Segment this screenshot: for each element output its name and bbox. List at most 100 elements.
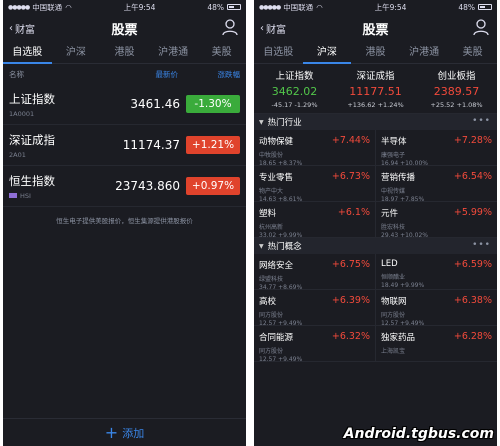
more-icon[interactable]: ••• — [472, 116, 491, 126]
stock-name: 深证成指 — [9, 132, 55, 147]
tab-watchlist[interactable]: 自选股 — [254, 42, 303, 64]
concept-change: +6.75% — [331, 259, 370, 270]
stock-code: HSI — [9, 192, 115, 200]
sector-cell[interactable]: 元件 +5.99% 胜宏科技 29.43 +10.02% — [375, 202, 497, 239]
sector-cell[interactable]: 动物保健 +7.44% 中牧股份 18.65 +8.37% — [254, 130, 375, 167]
concept-cell[interactable]: 高校 +6.39% 同方股份 12.57 +9.49% — [254, 290, 375, 327]
index-name: 创业板指 — [437, 71, 476, 82]
page-title: 股票 — [111, 22, 138, 38]
stock-code-text: HSI — [20, 191, 31, 200]
concept-cell[interactable]: 合同能源 +6.32% 同方股份 12.57 +9.49% — [254, 326, 375, 363]
nav-bar: ‹ 财富 股票 — [254, 14, 497, 42]
sector-change: +5.99% — [453, 207, 492, 218]
concept-cell[interactable]: LED +6.59% 恒顺醋业 18.49 +9.99% — [375, 254, 497, 289]
grid-row: 网络安全 +6.75% 绿盟科技 34.77 +8.69% LED +6.59%… — [254, 254, 497, 291]
section-header-concepts[interactable]: ▼ 热门概念 ••• — [254, 238, 497, 254]
index-change: -45.17 -1.29% — [271, 101, 318, 109]
stock-name: 上证指数 — [9, 91, 55, 106]
concept-cell[interactable]: 网络安全 +6.75% 绿盟科技 34.77 +8.69% — [254, 254, 375, 291]
tab-shanghai-shenzhen[interactable]: 沪深 — [52, 42, 101, 64]
table-row[interactable]: 恒生指数 HSI 23743.860 +0.97% — [3, 166, 246, 207]
tab-watchlist[interactable]: 自选股 — [3, 42, 52, 64]
leading-stock: 上海凯宝 — [381, 348, 406, 355]
stock-code: 2A01 — [9, 150, 26, 159]
change-badge[interactable]: +0.97% — [186, 177, 240, 195]
hk-flag-icon — [9, 193, 17, 198]
leading-stock: 康强电子 — [381, 152, 406, 159]
more-icon[interactable]: ••• — [472, 240, 491, 250]
data-provider-note: 恒生电子提供美股报价，恒生集源提供港股报价 — [56, 217, 193, 225]
stock-price: 11174.37 — [122, 138, 180, 152]
nav-bar: ‹ 财富 股票 — [3, 14, 246, 42]
grid-row: 动物保健 +7.44% 中牧股份 18.65 +8.37% 半导体 +7.28%… — [254, 130, 497, 167]
concept-change: +6.38% — [453, 295, 492, 306]
plus-icon: + — [104, 422, 119, 442]
battery-icon — [478, 4, 492, 10]
index-summary: 上证指数 3462.02 -45.17 -1.29% 深证成指 11177.51… — [254, 64, 497, 114]
stock-name: 恒生指数 — [9, 173, 55, 188]
tab-stock-connect[interactable]: 沪港通 — [149, 42, 198, 64]
grid-row: 高校 +6.39% 同方股份 12.57 +9.49% 物联网 +6.38% 同… — [254, 290, 497, 327]
tab-us-stocks[interactable]: 美股 — [448, 42, 497, 64]
sector-cell[interactable]: 塑料 +6.1% 杭州高新 33.02 +9.99% — [254, 202, 375, 239]
wifi-icon: ◠ — [65, 2, 72, 12]
watchlist-screen: ●●●●● 中国联通 ◠ 上午9:54 48% ‹ 财富 股票 自选股 沪深 港… — [3, 0, 246, 446]
leading-stock: 恒顺醋业 — [381, 274, 406, 281]
concept-change: +6.59% — [453, 259, 492, 270]
user-icon[interactable] — [222, 19, 238, 36]
leading-stock: 胜宏科技 — [381, 224, 406, 231]
market-screen: ●●●●● 中国联通 ◠ 上午9:54 48% ‹ 财富 股票 自选股 沪深 港… — [254, 0, 497, 446]
market-tabs: 自选股 沪深 港股 沪港通 美股 — [3, 42, 246, 64]
signal-icon: ●●●●● — [259, 3, 281, 11]
sector-change: +6.1% — [337, 207, 370, 218]
tab-hk-stocks[interactable]: 港股 — [100, 42, 149, 64]
change-badge[interactable]: -1.30% — [186, 95, 240, 113]
add-stock-button[interactable]: + 添加 — [3, 418, 246, 446]
battery-percent: 48% — [207, 2, 224, 12]
concept-change: +6.28% — [453, 331, 492, 342]
watermark: Android.tgbus.com — [343, 426, 494, 442]
section-header-industries[interactable]: ▼ 热门行业 ••• — [254, 114, 497, 130]
tab-us-stocks[interactable]: 美股 — [197, 42, 246, 64]
leading-stock: 同方股份 — [259, 312, 284, 319]
concept-cell[interactable]: 独家药品 +6.28% 上海凯宝 — [375, 326, 497, 361]
leading-stock-quote: 12.57 +9.49% — [259, 356, 303, 363]
concept-change: +6.32% — [331, 331, 370, 342]
concept-cell[interactable]: 物联网 +6.38% 同方股份 12.57 +9.49% — [375, 290, 497, 327]
back-button[interactable]: ‹ 财富 — [260, 21, 286, 36]
table-row[interactable]: 上证指数 1A0001 3461.46 -1.30% — [3, 84, 246, 125]
table-row[interactable]: 深证成指 2A01 11174.37 +1.21% — [3, 125, 246, 166]
sector-cell[interactable]: 专业零售 +6.73% 物产中大 14.63 +8.61% — [254, 166, 375, 203]
index-card[interactable]: 深证成指 11177.51 +136.62 +1.24% — [335, 68, 416, 113]
tab-stock-connect[interactable]: 沪港通 — [400, 42, 449, 64]
tab-hk-stocks[interactable]: 港股 — [351, 42, 400, 64]
index-name: 上证指数 — [275, 71, 314, 82]
change-badge[interactable]: +1.21% — [186, 136, 240, 154]
back-label: 财富 — [266, 25, 286, 36]
stock-price: 3461.46 — [130, 97, 180, 111]
user-icon[interactable] — [473, 19, 489, 36]
tab-shanghai-shenzhen[interactable]: 沪深 — [302, 42, 352, 64]
index-change: +136.62 +1.24% — [347, 101, 404, 109]
index-card[interactable]: 创业板指 2389.57 +25.52 +1.08% — [416, 68, 497, 113]
back-button[interactable]: ‹ 财富 — [9, 21, 35, 36]
sector-change: +6.73% — [331, 171, 370, 182]
index-name: 深证成指 — [356, 71, 395, 82]
column-change[interactable]: 涨跌幅 — [186, 69, 241, 80]
status-bar: ●●●●● 中国联通 ◠ 上午9:54 48% — [3, 0, 246, 14]
stock-price: 23743.860 — [115, 179, 180, 193]
add-label: 添加 — [122, 426, 145, 440]
battery-percent: 48% — [458, 2, 475, 12]
sector-cell[interactable]: 半导体 +7.28% 康强电子 16.94 +10.00% — [375, 130, 497, 167]
sector-change: +7.44% — [331, 135, 370, 146]
section-title: 热门行业 — [267, 118, 302, 128]
caret-down-icon: ▼ — [259, 242, 264, 250]
sector-cell[interactable]: 营销传播 +6.54% 中视传媒 18.97 +7.85% — [375, 166, 497, 203]
sector-change: +6.54% — [453, 171, 492, 182]
leading-stock: 物产中大 — [259, 188, 284, 195]
column-price[interactable]: 最新价 — [116, 69, 186, 80]
list-header: 名称 最新价 涨跌幅 — [3, 64, 246, 84]
signal-icon: ●●●●● — [8, 3, 30, 11]
index-card[interactable]: 上证指数 3462.02 -45.17 -1.29% — [254, 68, 335, 113]
index-value: 2389.57 — [433, 85, 480, 98]
